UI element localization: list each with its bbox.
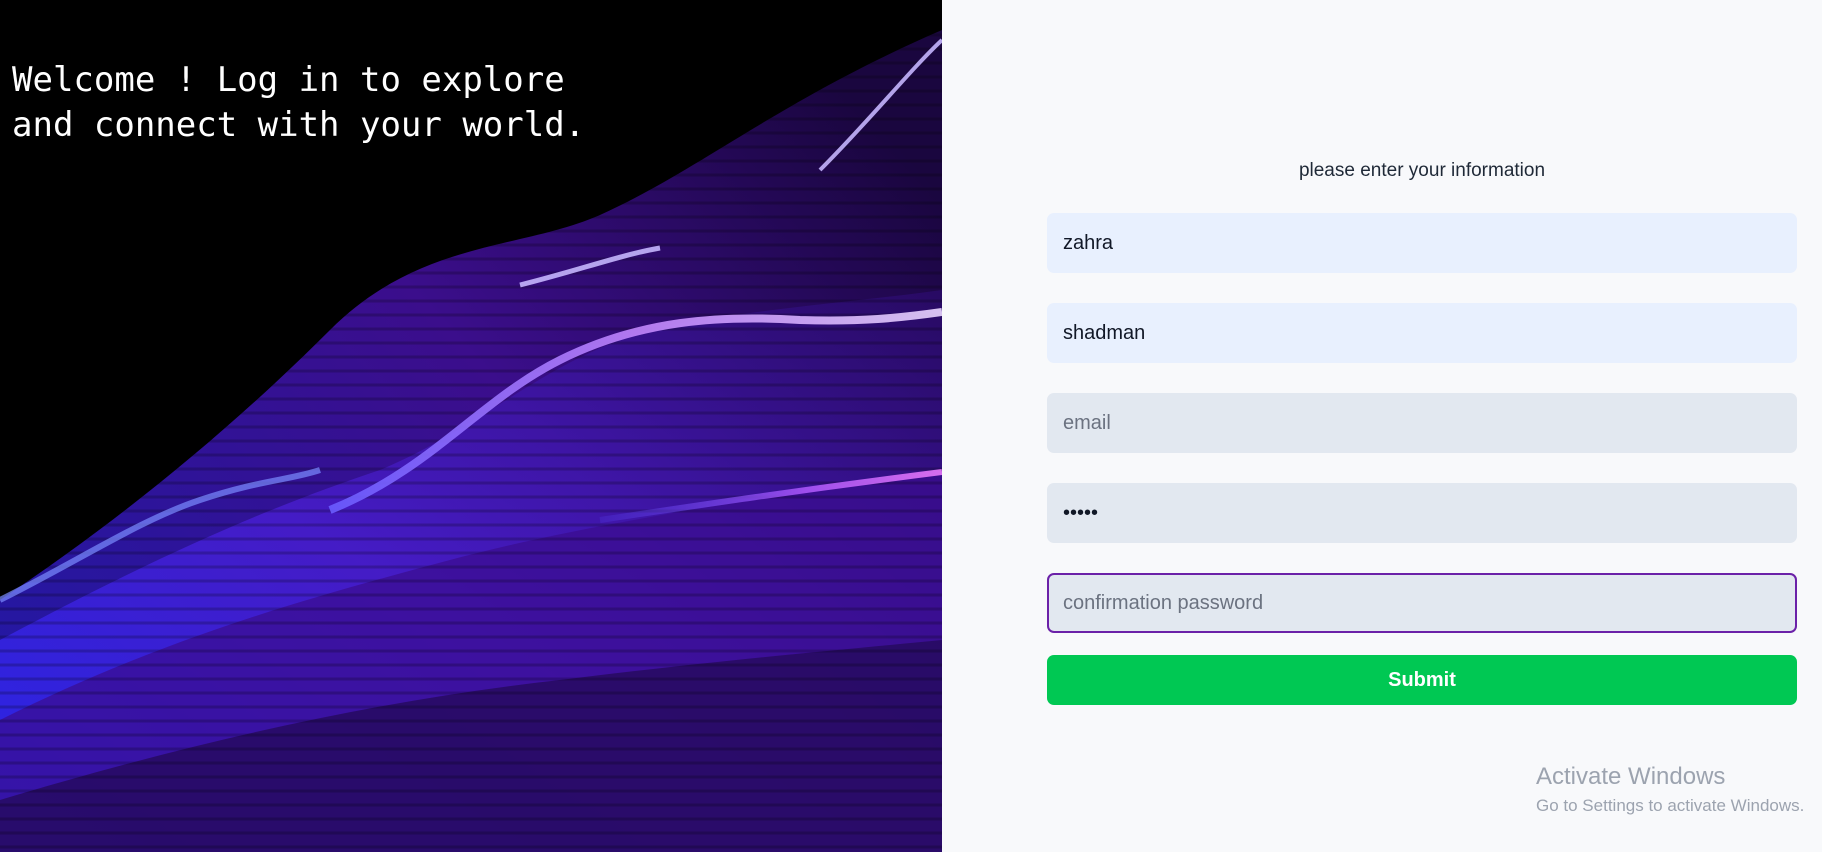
last-name-input[interactable]: [1047, 303, 1797, 363]
registration-form: please enter your information Submit: [1047, 156, 1797, 705]
confirm-password-input[interactable]: [1047, 573, 1797, 633]
watermark-title: Activate Windows: [1536, 763, 1726, 790]
hero-panel: Welcome ! Log in to explore and connect …: [0, 0, 942, 852]
first-name-input[interactable]: [1047, 213, 1797, 273]
welcome-heading: Welcome ! Log in to explore and connect …: [12, 60, 586, 145]
form-panel: please enter your information Submit: [942, 0, 1822, 852]
password-input[interactable]: [1047, 483, 1797, 543]
activate-windows-watermark: Activate Windows Go to Settings to activ…: [1536, 762, 1804, 818]
watermark-subtitle: Go to Settings to activate Windows.: [1536, 796, 1805, 815]
email-input[interactable]: [1047, 393, 1797, 453]
form-heading: please enter your information: [1298, 160, 1546, 181]
submit-button[interactable]: Submit: [1047, 655, 1797, 705]
